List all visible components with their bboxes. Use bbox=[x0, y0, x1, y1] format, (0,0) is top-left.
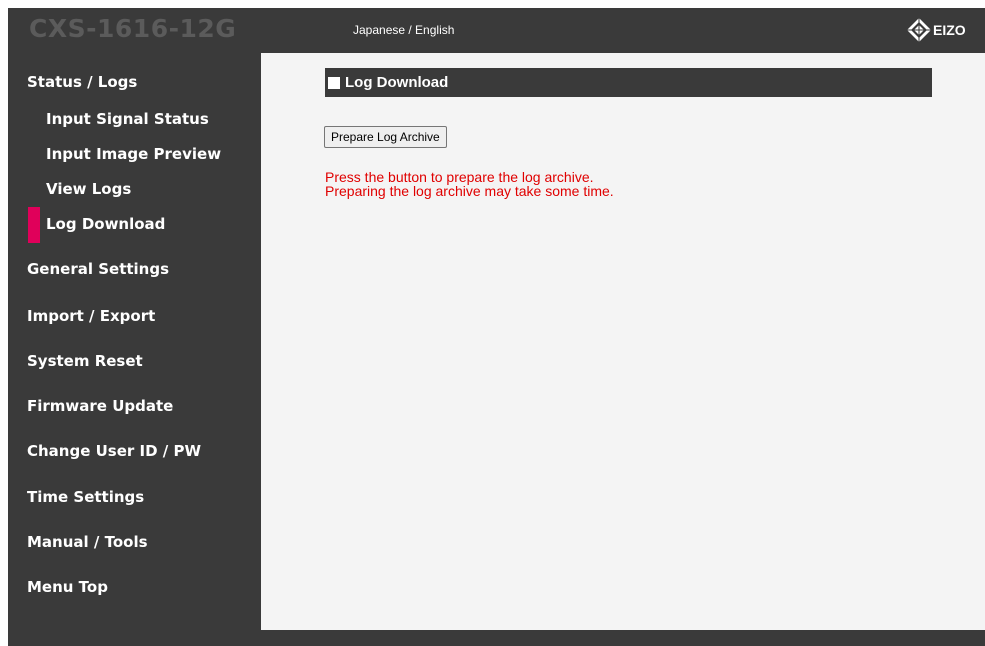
sidebar-item-label: General Settings bbox=[27, 260, 170, 278]
sidebar-item-label: View Logs bbox=[46, 180, 132, 198]
sidebar-item-menu-top[interactable]: Menu Top bbox=[8, 570, 261, 604]
sidebar-item-system-reset[interactable]: System Reset bbox=[8, 344, 261, 378]
sidebar-item-label: Input Image Preview bbox=[46, 145, 222, 163]
sidebar-item-input-image-preview[interactable]: Input Image Preview bbox=[8, 137, 261, 171]
sidebar-item-label: Manual / Tools bbox=[27, 533, 148, 551]
square-bullet-icon bbox=[328, 76, 340, 89]
header: CXS-1616-12G Japanese / English EIZO bbox=[8, 8, 985, 53]
sidebar-item-label: Menu Top bbox=[27, 578, 108, 596]
sidebar-item-status-logs[interactable]: Status / Logs bbox=[8, 65, 261, 99]
sidebar-item-manual-tools[interactable]: Manual / Tools bbox=[8, 525, 261, 559]
sidebar-item-label: Change User ID / PW bbox=[27, 442, 202, 460]
message-line: Press the button to prepare the log arch… bbox=[325, 169, 594, 185]
model-name: CXS-1616-12G bbox=[29, 14, 237, 43]
eizo-logo: EIZO bbox=[906, 15, 966, 45]
language-switch-link[interactable]: Japanese / English bbox=[353, 23, 454, 37]
sidebar-item-label: Status / Logs bbox=[27, 73, 138, 91]
section-title: Log Download bbox=[345, 74, 449, 91]
section-header: Log Download bbox=[325, 68, 932, 97]
sidebar-item-label: Import / Export bbox=[27, 307, 156, 325]
sidebar-nav: Status / Logs Input Signal Status Input … bbox=[8, 53, 261, 630]
sidebar-item-label: Time Settings bbox=[27, 488, 145, 506]
prepare-log-archive-button[interactable]: Prepare Log Archive bbox=[324, 126, 447, 148]
app-frame: CXS-1616-12G Japanese / English EIZO Sta… bbox=[8, 8, 985, 646]
eizo-diamond-logo-icon bbox=[907, 18, 931, 42]
sidebar-item-change-user-id-pw[interactable]: Change User ID / PW bbox=[8, 434, 261, 468]
sidebar-item-firmware-update[interactable]: Firmware Update bbox=[8, 389, 261, 423]
sidebar-item-time-settings[interactable]: Time Settings bbox=[8, 480, 261, 514]
sidebar-item-label: Input Signal Status bbox=[46, 110, 209, 128]
sidebar-item-label: Firmware Update bbox=[27, 397, 174, 415]
active-indicator bbox=[28, 207, 40, 243]
sidebar-item-import-export[interactable]: Import / Export bbox=[8, 299, 261, 333]
main-content: Log Download Prepare Log Archive Press t… bbox=[261, 53, 985, 630]
instruction-message: Press the button to prepare the log arch… bbox=[325, 170, 614, 198]
sidebar-item-view-logs[interactable]: View Logs bbox=[8, 172, 261, 206]
sidebar-item-log-download[interactable]: Log Download bbox=[8, 207, 261, 243]
message-line: Preparing the log archive may take some … bbox=[325, 183, 614, 199]
sidebar-item-input-signal-status[interactable]: Input Signal Status bbox=[8, 102, 261, 136]
sidebar-item-general-settings[interactable]: General Settings bbox=[8, 252, 261, 286]
sidebar-item-label: System Reset bbox=[27, 352, 143, 370]
logo-text: EIZO bbox=[933, 22, 966, 38]
